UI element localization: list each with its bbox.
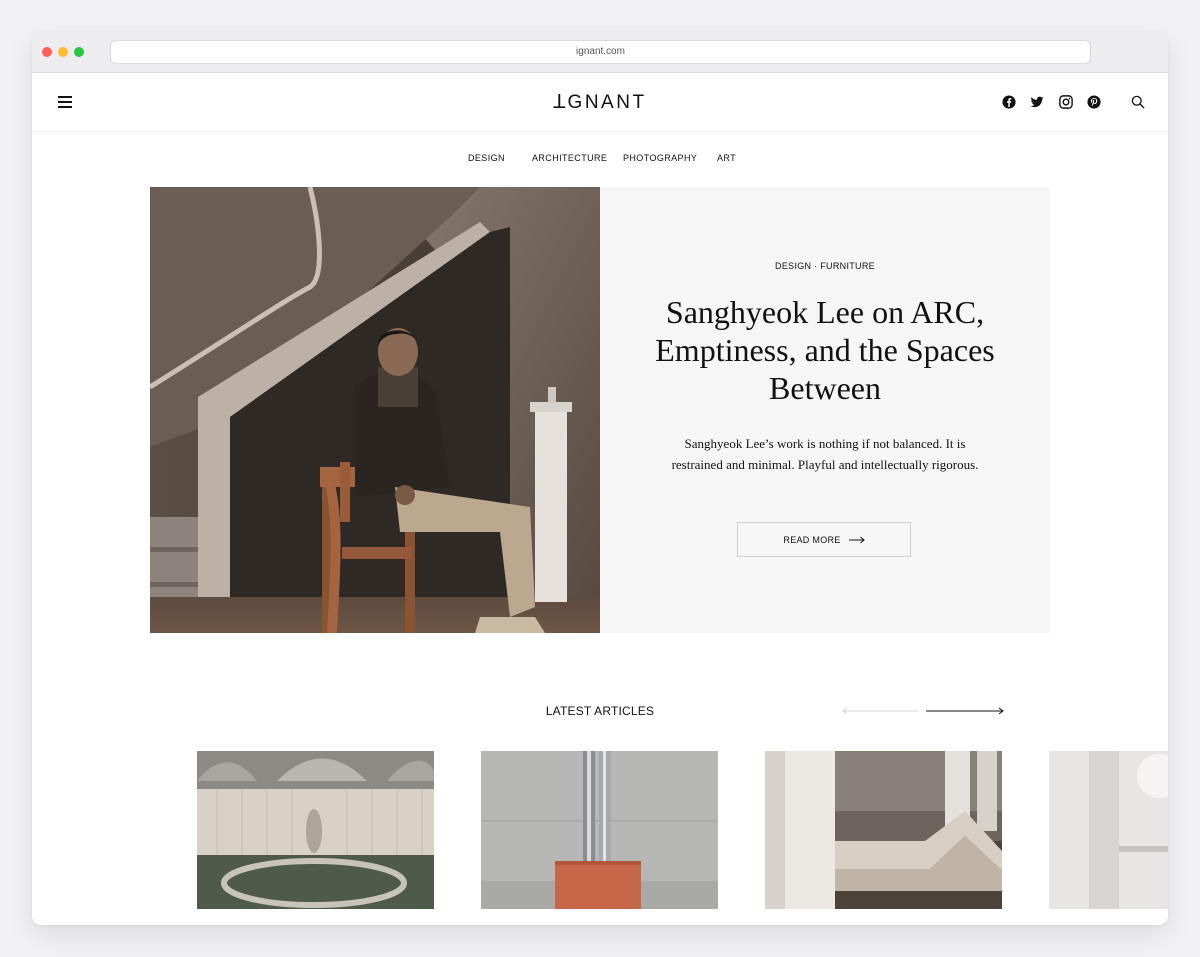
facebook-icon[interactable] [1002,95,1016,109]
instagram-icon[interactable] [1059,95,1073,109]
latest-articles-heading: LATEST ARTICLES [545,704,655,718]
hero-panel: DESIGN · FURNITURE Sanghyeok Lee on ARC,… [600,187,1050,633]
nav-design[interactable]: DESIGN [468,153,505,163]
address-bar[interactable]: ignant.com [110,40,1091,64]
nav-art[interactable]: ART [717,153,736,163]
hero-category[interactable]: DESIGN · FURNITURE [600,261,1050,271]
hero-description: Sanghyeok Lee’s work is nothing if not b… [671,436,979,472]
read-more-label: READ MORE [783,534,841,545]
article-card[interactable] [481,751,718,909]
site-logo[interactable]: ꓕGNANT [500,91,700,114]
search-icon[interactable] [1131,95,1145,109]
web-page: ꓕGNANT DESIGN ARCHITECTURE PHOTOGRAPHY A… [32,73,1168,925]
browser-chrome: ignant.com [32,32,1168,73]
main-nav: DESIGN ARCHITECTURE PHOTOGRAPHY ART [32,153,1168,167]
article-card[interactable] [1049,751,1168,909]
twitter-icon[interactable] [1030,95,1044,109]
minimize-window-button[interactable] [58,47,68,57]
article-card[interactable] [765,751,1002,909]
pinterest-icon[interactable] [1087,95,1101,109]
carousel-prev-arrow-icon[interactable] [842,706,918,716]
article-card[interactable] [197,751,434,909]
maximize-window-button[interactable] [74,47,84,57]
nav-architecture[interactable]: ARCHITECTURE [532,153,607,163]
read-more-button[interactable]: READ MORE [737,522,911,557]
nav-photography[interactable]: PHOTOGRAPHY [623,153,697,163]
browser-window: ignant.com ꓕGNANT DESIGN ARCHITECTURE PH… [32,32,1168,925]
hero-title[interactable]: Sanghyeok Lee on ARC, Emptiness, and the… [645,293,1005,407]
hamburger-icon[interactable] [58,96,72,108]
arrow-right-icon [848,536,865,544]
site-header: ꓕGNANT [32,73,1168,132]
hero-image[interactable] [150,187,600,633]
close-window-button[interactable] [42,47,52,57]
carousel-next-arrow-icon[interactable] [926,706,1004,716]
